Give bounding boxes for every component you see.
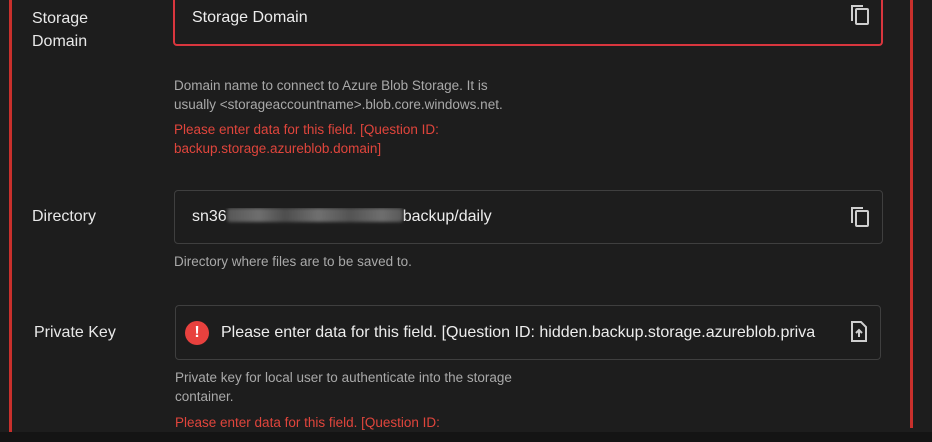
storage-domain-help-line1: Domain name to connect to Azure Blob Sto… bbox=[174, 78, 488, 93]
storage-domain-help: Domain name to connect to Azure Blob Sto… bbox=[174, 76, 503, 114]
error-border-left bbox=[9, 0, 12, 432]
storage-domain-error-line2: backup.storage.azureblob.domain] bbox=[174, 141, 382, 156]
private-key-input[interactable]: ! Please enter data for this field. [Que… bbox=[175, 305, 881, 360]
redacted-text bbox=[226, 208, 403, 222]
private-key-error: Please enter data for this field. [Quest… bbox=[175, 415, 440, 430]
private-key-help-line1: Private key for local user to authentica… bbox=[175, 370, 512, 385]
storage-domain-error-line1: Please enter data for this field. [Quest… bbox=[174, 122, 439, 137]
form-panel: Storage Domain Storage Domain Domain nam… bbox=[0, 0, 932, 442]
directory-value-prefix: sn36 bbox=[192, 208, 227, 225]
storage-domain-label-line1: Storage bbox=[32, 10, 89, 27]
bottom-bar bbox=[0, 432, 932, 442]
storage-domain-value[interactable]: Storage Domain bbox=[175, 9, 881, 27]
upload-file-icon[interactable] bbox=[848, 320, 870, 344]
directory-input[interactable]: sn36 backup/daily bbox=[174, 190, 883, 244]
storage-domain-error: Please enter data for this field. [Quest… bbox=[174, 120, 439, 158]
directory-value[interactable]: sn36 backup/daily bbox=[175, 208, 882, 226]
storage-domain-label-line2: Domain bbox=[32, 33, 88, 50]
private-key-label: Private Key bbox=[34, 324, 116, 341]
private-key-help: Private key for local user to authentica… bbox=[175, 368, 512, 406]
private-key-value[interactable]: Please enter data for this field. [Quest… bbox=[209, 324, 828, 342]
copy-icon[interactable] bbox=[849, 205, 871, 229]
directory-label: Directory bbox=[32, 208, 97, 225]
private-key-help-line2: container. bbox=[175, 389, 234, 404]
error-border-right bbox=[910, 0, 913, 428]
directory-value-suffix: backup/daily bbox=[402, 208, 492, 225]
storage-domain-input[interactable]: Storage Domain bbox=[173, 0, 883, 46]
directory-help: Directory where files are to be saved to… bbox=[174, 254, 412, 269]
copy-icon[interactable] bbox=[849, 3, 871, 27]
alert-circle-icon: ! bbox=[185, 320, 209, 345]
storage-domain-label: Storage Domain bbox=[32, 7, 88, 53]
storage-domain-help-line2: usually <storageaccountname>.blob.core.w… bbox=[174, 97, 503, 112]
